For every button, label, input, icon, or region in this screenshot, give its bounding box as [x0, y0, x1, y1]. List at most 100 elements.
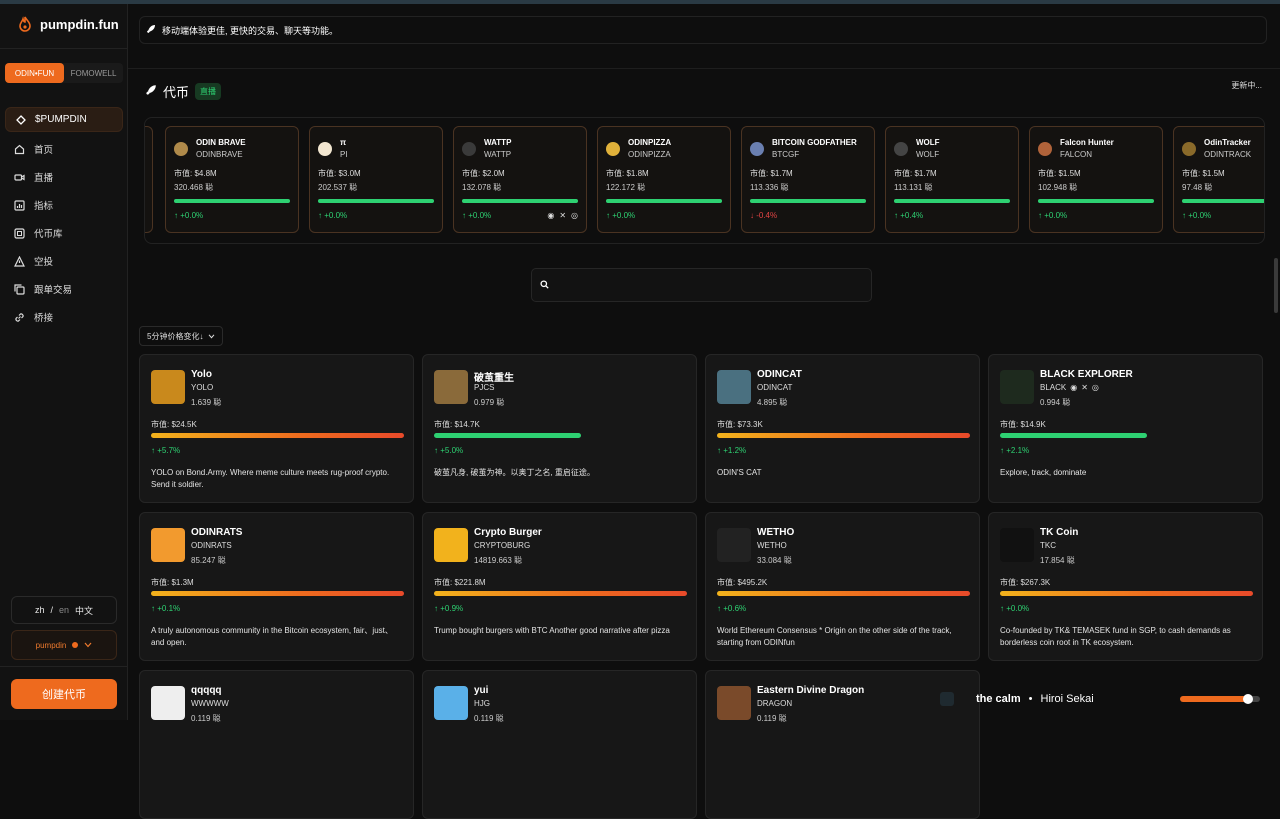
token-avatar	[462, 142, 476, 156]
token-image	[434, 686, 468, 720]
sidebar-item-airdrop[interactable]: 空投	[5, 247, 123, 275]
ticker-card[interactable]: WOLF WOLF 市值: $1.7M 113.131 聪 ↑ +0.4%	[885, 126, 1019, 233]
app-name: pumpdin.fun	[40, 16, 119, 32]
switch-fomowell[interactable]: FOMOWELL	[64, 63, 123, 83]
sidebar-item-token-library[interactable]: 代币库	[5, 219, 123, 247]
token-image	[151, 528, 185, 562]
logo[interactable]: pumpdin.fun	[18, 16, 119, 32]
username: pumpdin	[35, 640, 67, 650]
market-cap: 市值: $1.3M	[151, 578, 194, 587]
lang-en[interactable]: en	[59, 605, 69, 615]
telegram-icon[interactable]: ◉	[547, 211, 554, 220]
search-input[interactable]	[555, 279, 855, 291]
token-card[interactable]: 破茧重生 PJCS 0.979 聪市值: $14.7K ↑ +5.0% 破茧凡身, 破茧…	[422, 354, 697, 503]
search-bar[interactable]	[531, 268, 872, 302]
mobile-banner[interactable]: 移动端体验更佳, 更快的交易、聊天等功能。	[139, 16, 1267, 44]
progress-bar	[750, 199, 866, 203]
bonding-progress-bar	[151, 591, 404, 596]
rocket-icon	[145, 84, 157, 99]
sidebar-item-metrics[interactable]: 指标	[5, 191, 123, 219]
ticker-card[interactable]: ODINPIZZA ODINPIZZA 市值: $1.8M 122.172 聪 ↑ +0…	[597, 126, 731, 233]
token-price: 97.48 聪	[1182, 183, 1213, 192]
ticker-card[interactable]: OdinTracker ODINTRACK 市值: $1.5M 97.48 聪 ↑ +0…	[1173, 126, 1264, 233]
market-cap: 市值: $4.8M	[174, 169, 217, 178]
section-title: 代币	[163, 85, 190, 100]
market-cap: 市值: $221.8M	[434, 578, 486, 587]
token-image	[434, 370, 468, 404]
sidebar-item-label: 直播	[34, 173, 54, 184]
token-symbol: ODINBRAVE	[196, 150, 243, 159]
token-image	[151, 370, 185, 404]
token-symbol: WOLF	[916, 150, 940, 159]
switch-odin-fun[interactable]: ODIN•FUN	[5, 63, 64, 83]
globe-icon[interactable]: ◎	[1092, 383, 1099, 392]
token-avatar	[318, 142, 332, 156]
token-price: 202.537 聪	[318, 183, 358, 192]
ticker-card[interactable]: BITCOIN GODFATHER BTCGF 市值: $1.7M 113.336 聪…	[741, 126, 875, 233]
token-price: 122.172 聪	[606, 183, 646, 192]
page-scrollbar[interactable]	[1274, 258, 1278, 313]
track-artist: Hiroi Sekai	[1040, 693, 1094, 705]
chevron-down-icon	[208, 332, 215, 341]
price-change: ↑ +5.7%	[151, 446, 181, 455]
ticker-card[interactable]: ODIN BRAVE ODINBRAVE 市值: $4.8M 320.468 聪 ↑ +…	[165, 126, 299, 233]
token-symbol-row: PJCS	[474, 383, 494, 392]
sidebar-item-copy-trading[interactable]: 跟单交易	[5, 275, 123, 303]
token-price: 320.468 聪	[174, 183, 214, 192]
token-symbol: WETHO	[757, 541, 787, 550]
token-card[interactable]: qqqqq WWWWW 0.119 聪	[139, 670, 414, 819]
ticker-card[interactable]: WATTP WATTP 市值: $2.0M 132.078 聪 ↑ +0.0% ◉ ✕ ◎	[453, 126, 587, 233]
token-card[interactable]: ODINCAT ODINCAT 4.895 聪市值: $73.3K ↑ +1.2% OD…	[705, 354, 980, 503]
token-name: Eastern Divine Dragon	[757, 685, 865, 696]
token-card[interactable]: ODINRATS ODINRATS 85.247 聪市值: $1.3M ↑ +0.1%…	[139, 512, 414, 661]
telegram-icon[interactable]: ◉	[1070, 383, 1077, 392]
sidebar-nav: $PUMPDIN 首页 直播 指标 代币库 空投 跟单交易 桥接	[5, 107, 123, 331]
sidebar: pumpdin.fun ODIN•FUN FOMOWELL $PUMPDIN 首…	[0, 4, 128, 720]
token-description: Co-founded by TK& TEMASEK fund in SGP, t…	[1000, 626, 1231, 647]
music-player: the calm • Hiroi Sekai	[940, 686, 1270, 712]
token-description: World Ethereum Consensus * Origin on the…	[717, 626, 952, 647]
market-cap: 市值: $1.8M	[606, 169, 649, 178]
sidebar-item-home[interactable]: 首页	[5, 135, 123, 163]
price-change: ↑ +0.6%	[717, 604, 747, 613]
library-icon	[14, 227, 25, 239]
token-card[interactable]: Crypto Burger CRYPTOBURG 14819.663 聪市值: $2…	[422, 512, 697, 661]
token-card[interactable]: TK Coin TKC 17.854 聪市值: $267.3K ↑ +0.0% Co-f…	[988, 512, 1263, 661]
token-card[interactable]: Yolo YOLO 1.639 聪市值: $24.5K ↑ +5.7% YOLO on …	[139, 354, 414, 503]
x-icon[interactable]: ✕	[1081, 383, 1088, 392]
sidebar-item-bridge[interactable]: 桥接	[5, 303, 123, 331]
token-description: A truly autonomous community in the Bitc…	[151, 626, 393, 647]
token-image	[1000, 370, 1034, 404]
sort-dropdown[interactable]: 5分钟价格变化↓	[139, 326, 224, 346]
lang-current: 中文	[75, 605, 94, 616]
token-symbol-row: ODINRATS	[191, 541, 232, 550]
player-icon[interactable]	[940, 692, 954, 706]
token-card[interactable]: WETHO WETHO 33.084 聪市值: $495.2K ↑ +0.6% Worl…	[705, 512, 980, 661]
token-symbol: PJCS	[474, 383, 495, 392]
sidebar-item-pumpdin[interactable]: $PUMPDIN	[5, 107, 123, 132]
ticker-card[interactable]: π PI 市值: $3.0M 202.537 聪 ↑ +0.0%	[309, 126, 443, 233]
price-change: ↑ +0.0%	[1000, 604, 1030, 613]
token-symbol: CRYPTOBURG	[474, 541, 531, 550]
ticker-card-partial[interactable]	[145, 126, 153, 233]
token-symbol: ODINCAT	[757, 383, 793, 392]
x-icon[interactable]: ✕	[559, 211, 566, 220]
player-progress-knob[interactable]	[1243, 694, 1253, 704]
ticker-card[interactable]: Falcon Hunter FALCON 市值: $1.5M 102.948 聪 ↑ +…	[1029, 126, 1163, 233]
price-change: ↓ -0.4%	[750, 211, 778, 220]
token-card[interactable]: BLACK EXPLORER BLACK ◉ ✕ ◎ 0.994 聪市值: $14.9K ↑…	[988, 354, 1263, 503]
sidebar-item-live[interactable]: 直播	[5, 163, 123, 191]
globe-icon[interactable]: ◎	[571, 211, 578, 220]
track-title: the calm	[976, 693, 1021, 705]
user-menu[interactable]: pumpdin	[11, 630, 117, 660]
lang-zh[interactable]: zh	[35, 605, 45, 615]
token-image	[151, 686, 185, 720]
token-avatar	[1182, 142, 1196, 156]
banner-text: 移动端体验更佳, 更快的交易、聊天等功能。	[162, 25, 339, 36]
token-card[interactable]: yui HJG 0.119 聪	[422, 670, 697, 819]
create-token-button[interactable]: 创建代币	[11, 679, 117, 709]
language-switch[interactable]: zh / en 中文	[11, 596, 117, 624]
token-card[interactable]: Eastern Divine Dragon DRAGON 0.119 聪	[705, 670, 980, 819]
market-cap: 市值: $1.7M	[894, 169, 937, 178]
price-change: ↑ +0.0%	[1182, 211, 1212, 220]
